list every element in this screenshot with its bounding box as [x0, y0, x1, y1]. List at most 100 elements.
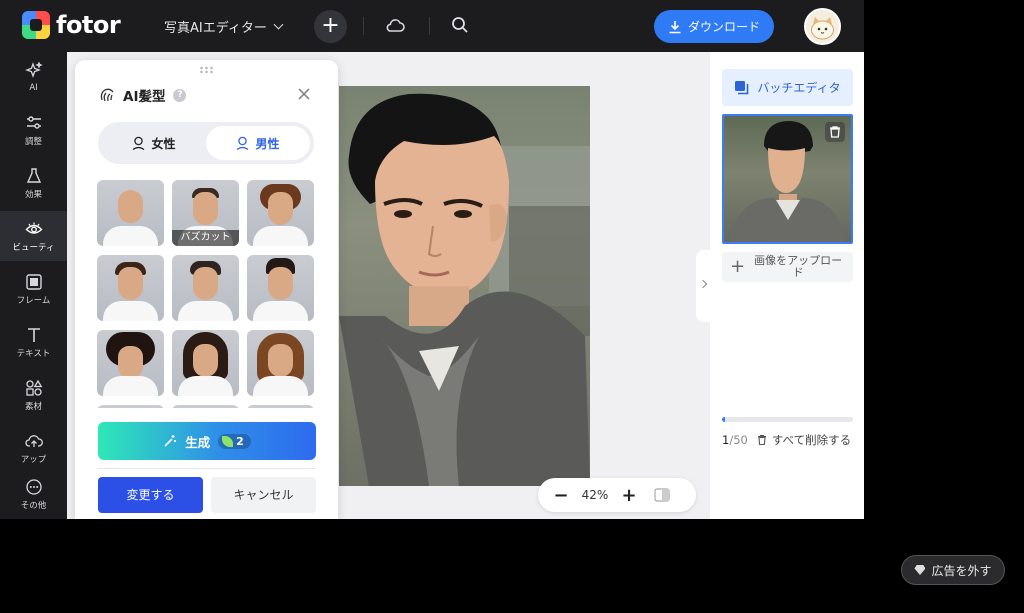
remove-ads-button[interactable]: 広告を外す — [901, 555, 1005, 585]
person-icon — [133, 136, 145, 150]
rail-label: テキスト — [16, 348, 51, 359]
hairstyle-tile[interactable] — [172, 255, 239, 321]
chevron-right-icon — [698, 279, 708, 289]
rail-label: その他 — [20, 500, 47, 511]
hairstyle-tile[interactable] — [247, 255, 314, 321]
gender-toggle: 女性 男性 — [98, 122, 314, 164]
delete-thumbnail-button[interactable] — [825, 122, 845, 142]
rail-label: 効果 — [24, 189, 42, 200]
trash-icon — [757, 434, 766, 446]
diamond-icon — [914, 565, 926, 575]
person-icon — [237, 136, 249, 150]
download-label: ダウンロード — [687, 20, 760, 34]
remove-ads-label: 広告を外す — [931, 563, 992, 578]
frame-icon — [25, 273, 42, 290]
panel-header: AI髪型 ? — [99, 85, 187, 105]
drag-handle-icon[interactable] — [199, 66, 215, 74]
model-shirt — [178, 376, 233, 396]
left-toolbar: AI 調整 効果 ビューティ フレーム テキスト 素材 アップ その他 — [0, 52, 67, 519]
download-icon — [669, 20, 681, 33]
batch-footer: 1/50 すべて削除する — [722, 432, 851, 448]
help-icon[interactable]: ? — [173, 88, 187, 102]
download-button[interactable]: ダウンロード — [654, 10, 774, 43]
sparkle-icon — [24, 61, 43, 78]
rail-label: 素材 — [24, 401, 42, 412]
rail-item-beauty[interactable]: ビューティ — [0, 211, 67, 261]
upload-image-button[interactable]: + 画像をアップロード — [722, 252, 853, 282]
model-shirt — [103, 226, 158, 246]
rail-item-upload[interactable]: アップ — [0, 423, 67, 473]
chevron-down-icon — [273, 19, 284, 30]
top-bar: fotor 写真AIエディター + ダウンロード — [0, 0, 864, 52]
add-button[interactable]: + — [314, 10, 347, 43]
gender-male-option[interactable]: 男性 — [206, 126, 310, 160]
apply-button[interactable]: 変更する — [98, 477, 203, 513]
rail-item-elements[interactable]: 素材 — [0, 370, 67, 420]
model-face — [268, 192, 293, 225]
delete-all-button[interactable]: すべて削除する — [756, 432, 851, 448]
model-face — [193, 192, 218, 225]
rail-label: フレーム — [16, 295, 51, 306]
gender-female-label: 女性 — [151, 136, 176, 151]
rail-item-more[interactable]: その他 — [0, 469, 67, 519]
rail-item-text[interactable]: テキスト — [0, 317, 67, 367]
rail-label: AI — [29, 82, 38, 93]
generate-button[interactable]: 生成 2 — [98, 422, 316, 460]
model-shirt — [253, 301, 308, 321]
batch-editor-button[interactable]: バッチエディタ — [722, 69, 853, 106]
divider — [98, 468, 316, 469]
upload-cloud-icon — [24, 434, 43, 447]
hairstyle-tile[interactable] — [172, 405, 239, 408]
hairstyle-tile[interactable] — [97, 180, 164, 246]
rail-item-adjust[interactable]: 調整 — [0, 105, 67, 155]
image-thumbnail[interactable] — [722, 114, 853, 244]
eye-icon — [25, 222, 42, 234]
hairstyle-tile[interactable] — [247, 180, 314, 246]
batch-progress-fill — [722, 417, 725, 422]
model-face — [118, 267, 143, 300]
hairstyle-tile-buzz-cut[interactable]: バズカット — [172, 180, 239, 246]
hairstyle-tile[interactable] — [97, 405, 164, 408]
compare-icon[interactable] — [654, 488, 670, 502]
hairstyle-tile[interactable] — [97, 330, 164, 396]
delete-all-label: すべて削除する — [771, 433, 852, 447]
hairstyle-icon — [100, 88, 114, 102]
more-icon — [25, 478, 42, 495]
model-shirt — [178, 301, 233, 321]
hairstyle-tile[interactable] — [172, 330, 239, 396]
hairstyle-tile[interactable] — [247, 330, 314, 396]
hairstyle-tile[interactable] — [97, 255, 164, 321]
search-icon[interactable] — [451, 16, 469, 34]
zoom-controls: − 42% + — [538, 478, 696, 512]
rail-item-ai[interactable]: AI — [0, 52, 67, 102]
model-face — [118, 346, 143, 379]
layers-icon — [735, 81, 749, 95]
zoom-out-button[interactable]: − — [546, 485, 576, 506]
trash-icon — [830, 126, 840, 138]
cancel-button[interactable]: キャンセル — [211, 477, 316, 513]
rail-item-frame[interactable]: フレーム — [0, 264, 67, 314]
user-avatar[interactable] — [804, 8, 841, 45]
model-face — [268, 267, 293, 300]
model-shirt — [253, 376, 308, 396]
hairstyle-tile[interactable] — [247, 405, 314, 408]
edited-photo[interactable] — [339, 86, 590, 486]
zoom-level: 42% — [581, 488, 609, 502]
fotor-logo-mark — [22, 11, 50, 39]
cloud-icon[interactable] — [385, 17, 405, 33]
divider — [429, 17, 430, 35]
rail-label: 調整 — [24, 136, 42, 147]
collapse-right-panel-button[interactable] — [696, 250, 710, 322]
editor-mode-dropdown[interactable]: 写真AIエディター — [164, 17, 284, 36]
gender-female-option[interactable]: 女性 — [102, 126, 206, 160]
fotor-logo[interactable]: fotor — [22, 11, 121, 39]
zoom-in-button[interactable]: + — [614, 485, 644, 506]
editor-mode-label: 写真AIエディター — [164, 21, 267, 36]
credit-count: 2 — [236, 434, 244, 448]
panel-title: AI髪型 — [123, 89, 166, 105]
rail-item-effects[interactable]: 効果 — [0, 158, 67, 208]
image-count: 1/50 — [722, 433, 748, 447]
close-icon[interactable] — [296, 86, 312, 102]
sliders-icon — [26, 115, 41, 129]
model-face — [268, 344, 293, 377]
